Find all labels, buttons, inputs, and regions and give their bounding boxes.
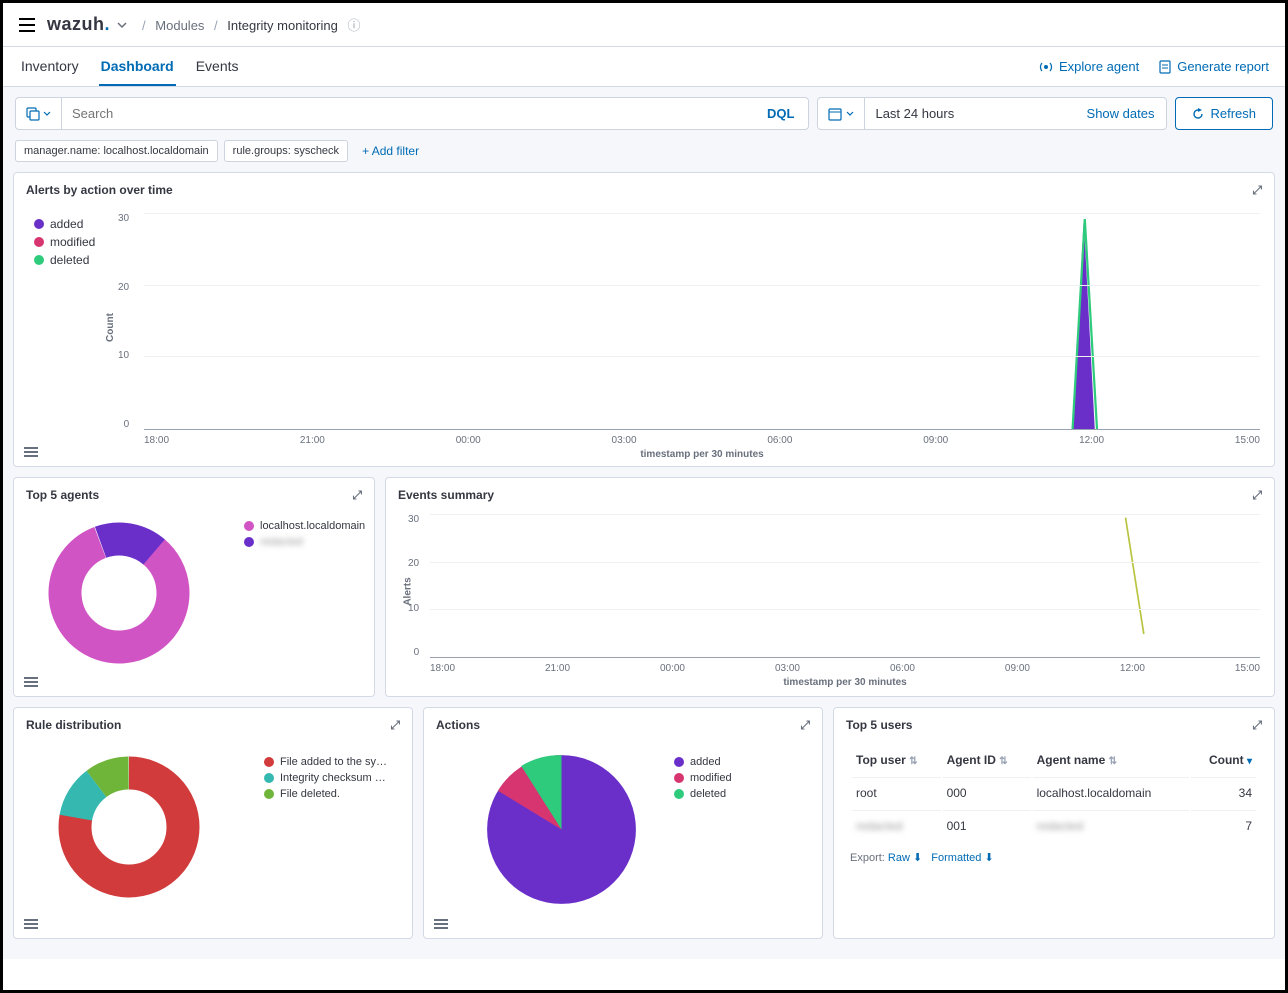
- filter-chip-manager[interactable]: manager.name: localhost.localdomain: [15, 140, 218, 162]
- events-chart: Alerts 3020100 18:0021:0000:0003:0006:00…: [430, 514, 1260, 658]
- document-icon: [1159, 60, 1171, 74]
- panel-title: Actions: [436, 718, 480, 733]
- chevron-down-icon[interactable]: [116, 19, 128, 31]
- export-row: Export: Raw ⬇ Formatted ⬇: [834, 843, 1274, 872]
- app-header: wazuh. / Modules / Integrity monitoring …: [3, 3, 1285, 47]
- actions-pie-chart: [484, 752, 639, 907]
- expand-icon[interactable]: ⤢: [390, 718, 400, 733]
- hamburger-icon[interactable]: [19, 18, 35, 32]
- legend-agent-redacted[interactable]: redacted: [244, 536, 365, 548]
- refresh-button[interactable]: Refresh: [1175, 97, 1273, 130]
- panel-title: Alerts by action over time: [26, 183, 173, 198]
- tabs-row: Inventory Dashboard Events Explore agent…: [3, 47, 1285, 87]
- alerts-chart: Count 3020100 18:0021:0000:0003:0006:000…: [144, 213, 1260, 430]
- panel-title: Events summary: [398, 488, 494, 503]
- date-picker: Last 24 hours Show dates: [817, 97, 1167, 130]
- panel-rule-distribution: Rule distribution ⤢ File added to the sy…: [13, 707, 413, 939]
- show-dates-button[interactable]: Show dates: [1075, 98, 1167, 129]
- expand-icon[interactable]: ⤢: [1252, 718, 1262, 733]
- generate-report-button[interactable]: Generate report: [1159, 59, 1269, 74]
- calendar-icon: [828, 107, 842, 121]
- app-logo: wazuh.: [47, 14, 110, 35]
- broadcast-icon: [1039, 60, 1053, 74]
- search-bar: DQL: [15, 97, 809, 130]
- list-icon[interactable]: [24, 918, 38, 930]
- export-raw-button[interactable]: Raw ⬇: [888, 852, 922, 864]
- expand-icon[interactable]: ⤢: [1252, 183, 1262, 198]
- col-top-user[interactable]: Top user ⇅: [852, 745, 941, 775]
- table-row[interactable]: redacted 001 redacted 7: [852, 810, 1256, 841]
- explore-agent-button[interactable]: Explore agent: [1039, 59, 1139, 74]
- panel-events-summary: Events summary ⤢ Alerts 3020100 18:0021:…: [385, 477, 1275, 697]
- breadcrumb-modules[interactable]: Modules: [155, 18, 204, 33]
- legend-rule-deleted[interactable]: File deleted.: [264, 788, 387, 800]
- search-input[interactable]: [62, 98, 752, 129]
- legend-action-modified[interactable]: modified: [674, 772, 732, 784]
- dashboard-content: Alerts by action over time ⤢ added modif…: [3, 172, 1285, 959]
- info-icon[interactable]: ⓘ: [347, 18, 360, 33]
- panel-top-agents: Top 5 agents ⤢ localhost.localdomain red…: [13, 477, 375, 697]
- panel-alerts-over-time: Alerts by action over time ⤢ added modif…: [13, 172, 1275, 467]
- top-users-table: Top user ⇅ Agent ID ⇅ Agent name ⇅ Count…: [834, 743, 1274, 843]
- col-count[interactable]: Count ▾: [1191, 745, 1256, 775]
- col-agent-name[interactable]: Agent name ⇅: [1033, 745, 1189, 775]
- rules-legend: File added to the sy… Integrity checksum…: [264, 756, 387, 804]
- legend-rule-added[interactable]: File added to the sy…: [264, 756, 387, 768]
- table-row[interactable]: root 000 localhost.localdomain 34: [852, 777, 1256, 808]
- list-icon[interactable]: [24, 676, 38, 688]
- tab-dashboard[interactable]: Dashboard: [99, 48, 176, 86]
- expand-icon[interactable]: ⤢: [352, 488, 362, 503]
- calendar-button[interactable]: [818, 98, 865, 129]
- legend-action-deleted[interactable]: deleted: [674, 788, 732, 800]
- date-range-text[interactable]: Last 24 hours: [865, 98, 1074, 129]
- expand-icon[interactable]: ⤢: [800, 718, 810, 733]
- search-options-button[interactable]: [16, 98, 62, 129]
- panel-top-users: Top 5 users ⤢ Top user ⇅ Agent ID ⇅ Agen…: [833, 707, 1275, 939]
- legend-deleted[interactable]: deleted: [34, 253, 95, 267]
- expand-icon[interactable]: ⤢: [1252, 488, 1262, 503]
- tab-events[interactable]: Events: [194, 48, 241, 86]
- panel-actions: Actions ⤢ added modified deleted: [423, 707, 823, 939]
- legend-agent-localhost[interactable]: localhost.localdomain: [244, 520, 365, 532]
- panel-title: Top 5 users: [846, 718, 912, 733]
- legend-modified[interactable]: modified: [34, 235, 95, 249]
- filter-chip-rulegroups[interactable]: rule.groups: syscheck: [224, 140, 348, 162]
- actions-legend: added modified deleted: [674, 756, 732, 804]
- filters-row: manager.name: localhost.localdomain rule…: [3, 136, 1285, 172]
- legend-added[interactable]: added: [34, 217, 95, 231]
- panel-title: Rule distribution: [26, 718, 121, 733]
- list-icon[interactable]: [434, 918, 448, 930]
- list-icon[interactable]: [24, 446, 38, 458]
- breadcrumb-current: Integrity monitoring: [227, 18, 338, 33]
- tab-inventory[interactable]: Inventory: [19, 48, 81, 86]
- legend-actions: added modified deleted: [34, 217, 95, 271]
- refresh-icon: [1192, 108, 1204, 120]
- add-filter-button[interactable]: + Add filter: [362, 144, 419, 158]
- breadcrumb: / Modules / Integrity monitoring ⓘ: [136, 15, 360, 34]
- dql-button[interactable]: DQL: [752, 98, 808, 129]
- agents-legend: localhost.localdomain redacted: [244, 520, 365, 552]
- agents-donut-chart: [44, 518, 194, 668]
- col-agent-id[interactable]: Agent ID ⇅: [943, 745, 1031, 775]
- export-formatted-button[interactable]: Formatted ⬇: [931, 852, 993, 864]
- panel-title: Top 5 agents: [26, 488, 99, 503]
- search-bar-row: DQL Last 24 hours Show dates Refresh: [3, 87, 1285, 136]
- legend-rule-checksum[interactable]: Integrity checksum …: [264, 772, 387, 784]
- rules-donut-chart: [54, 752, 204, 902]
- legend-action-added[interactable]: added: [674, 756, 732, 768]
